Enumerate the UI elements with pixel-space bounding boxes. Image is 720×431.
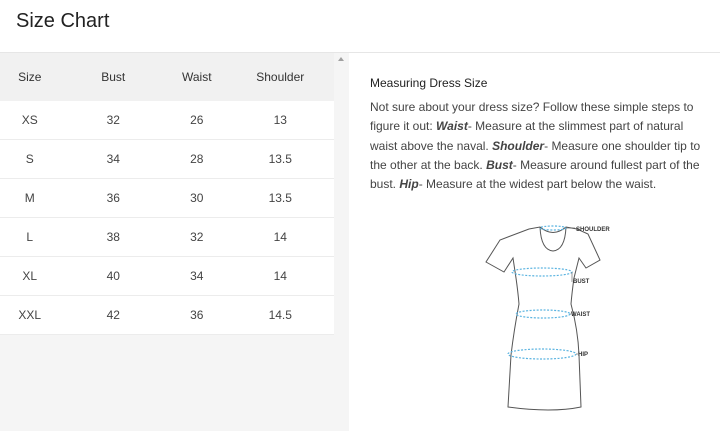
table-row: M 36 30 13.5 [0, 179, 334, 218]
shoulder-cell: 13.5 [268, 152, 292, 166]
waist-cell: 26 [190, 113, 204, 127]
dress-measurement-diagram: SHOULDER BUST WAIST HIP [485, 225, 610, 411]
waist-label: WAIST [571, 312, 590, 318]
page-title: Size Chart [16, 10, 110, 32]
header: Size Chart [0, 0, 720, 53]
table-header-row: Size Bust Waist Shoulder [0, 53, 334, 101]
hip-label: HIP [578, 352, 588, 358]
size-table: Size Bust Waist Shoulder XS 32 26 13 S 3… [0, 53, 334, 335]
waist-cell: 36 [190, 308, 204, 322]
table-row: XXL 42 36 14.5 [0, 296, 334, 335]
bust-cell: 38 [106, 230, 120, 244]
waist-cell: 32 [190, 230, 204, 244]
size-cell: L [26, 230, 34, 244]
guide-heading: Measuring Dress Size [370, 76, 488, 90]
guide-term-waist: Waist [436, 119, 468, 134]
guide-term-shoulder: Shoulder [492, 138, 545, 153]
shoulder-cell: 14 [273, 230, 287, 244]
size-cell: XXL [18, 308, 42, 322]
shoulder-measure-line [539, 225, 567, 231]
size-cell: XL [22, 269, 38, 283]
shoulder-cell: 14.5 [268, 308, 292, 322]
size-cell: S [25, 152, 34, 166]
column-header-waist: Waist [181, 70, 212, 84]
shoulder-label: SHOULDER [576, 227, 610, 233]
table-row: L 38 32 14 [0, 218, 334, 257]
size-table-panel: Size Bust Waist Shoulder XS 32 26 13 S 3… [0, 53, 349, 431]
shoulder-cell: 13.5 [268, 191, 292, 205]
guide-description: Not sure about your dress size? Follow t… [370, 98, 705, 194]
column-header-bust: Bust [101, 70, 126, 84]
dress-outline [485, 226, 601, 411]
bust-cell: 40 [106, 269, 120, 283]
shoulder-cell: 13 [273, 113, 287, 127]
column-header-shoulder: Shoulder [256, 70, 305, 84]
size-cell: XS [21, 113, 38, 127]
waist-cell: 34 [190, 269, 204, 283]
scroll-up-arrow-icon[interactable] [338, 57, 344, 61]
waist-cell: 30 [190, 191, 204, 205]
table-row: XL 40 34 14 [0, 257, 334, 296]
guide-term-bust: Bust [486, 157, 513, 172]
guide-term-hip: Hip [399, 177, 419, 192]
shoulder-cell: 14 [273, 269, 287, 283]
bust-cell: 36 [106, 191, 120, 205]
table-row: S 34 28 13.5 [0, 140, 334, 179]
table-scrollbar[interactable] [334, 53, 349, 431]
column-header-size: Size [18, 70, 42, 84]
bust-label: BUST [573, 279, 590, 285]
table-row: XS 32 26 13 [0, 101, 334, 140]
bust-cell: 32 [106, 113, 120, 127]
bust-cell: 34 [106, 152, 120, 166]
waist-cell: 28 [190, 152, 204, 166]
guide-text-hip: - Measure at the widest part below the w… [418, 177, 657, 192]
size-cell: M [24, 191, 35, 205]
bust-cell: 42 [106, 308, 120, 322]
